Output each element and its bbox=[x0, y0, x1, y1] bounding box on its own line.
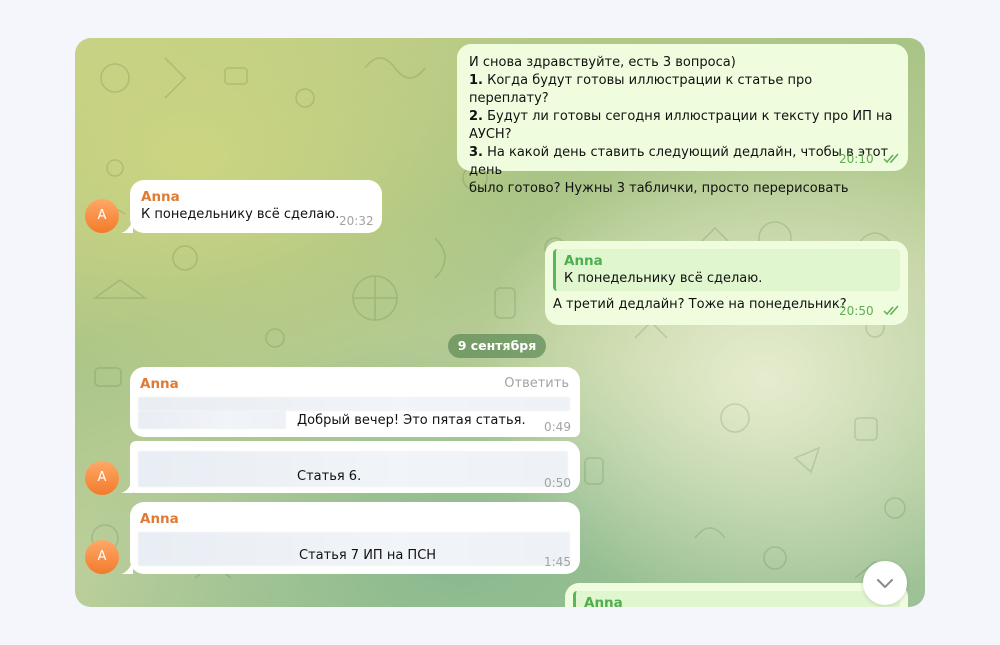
message-time: 20:32 bbox=[339, 214, 374, 228]
reply-quote[interactable]: Anna К понедельнику всё сделаю. bbox=[553, 249, 900, 291]
attachment-preview[interactable] bbox=[138, 397, 570, 411]
attachment-preview[interactable] bbox=[138, 411, 286, 429]
reply-quote[interactable]: Anna bbox=[573, 591, 900, 607]
reply-button[interactable]: Ответить bbox=[504, 375, 569, 393]
message-text: К понедельнику всё сделаю. bbox=[141, 207, 340, 222]
avatar[interactable]: A bbox=[85, 199, 119, 233]
message-text-q2: 2. Будут ли готовы сегодня иллюстрации к… bbox=[469, 109, 893, 124]
message-incoming-article7[interactable]: Anna Статья 7 ИП на ПСН 1:45 bbox=[130, 502, 580, 574]
message-sender[interactable]: Anna bbox=[140, 510, 179, 528]
message-incoming-monday[interactable]: Anna К понедельнику всё сделаю. 20:32 bbox=[130, 180, 382, 233]
double-check-icon bbox=[883, 305, 899, 316]
message-text: А третий дедлайн? Тоже на понедельник? bbox=[553, 297, 847, 312]
message-text: Добрый вечер! Это пятая статья. bbox=[297, 413, 526, 428]
message-time: 20:10 bbox=[839, 152, 874, 166]
quote-text: К понедельнику всё сделаю. bbox=[564, 271, 763, 286]
bubble-tail bbox=[121, 560, 133, 574]
chat-area[interactable]: И снова здравствуйте, есть 3 вопроса) 1.… bbox=[75, 38, 925, 607]
quote-sender: Anna bbox=[584, 595, 623, 607]
message-text-q3: 3. На какой день ставить следующий дедла… bbox=[469, 145, 889, 178]
message-text-intro: И снова здравствуйте, есть 3 вопроса) bbox=[469, 55, 736, 70]
message-text-q3-cont: было готово? Нужны 3 таблички, просто пе… bbox=[469, 181, 849, 196]
message-outgoing-questions[interactable]: И снова здравствуйте, есть 3 вопроса) 1.… bbox=[457, 44, 908, 196]
message-outgoing-partial[interactable]: Anna bbox=[565, 583, 908, 607]
message-time: 20:50 bbox=[839, 304, 874, 318]
double-check-icon bbox=[883, 153, 899, 164]
avatar[interactable]: A bbox=[85, 540, 119, 574]
message-incoming-article5[interactable]: Anna Ответить Добрый вечер! Это пятая ст… bbox=[130, 367, 580, 437]
bubble-tail bbox=[121, 219, 133, 233]
message-sender[interactable]: Anna bbox=[141, 188, 371, 206]
date-separator: 9 сентября bbox=[448, 334, 546, 358]
message-text: Статья 7 ИП на ПСН bbox=[299, 548, 437, 563]
avatar[interactable]: A bbox=[85, 461, 119, 495]
message-time: 1:45 bbox=[544, 555, 571, 569]
scroll-down-button[interactable] bbox=[863, 561, 907, 605]
message-incoming-article6[interactable]: Статья 6. 0:50 bbox=[130, 441, 580, 493]
message-text-q2-cont: АУСН? bbox=[469, 127, 512, 142]
quote-sender: Anna bbox=[564, 253, 603, 269]
message-outgoing-reply[interactable]: Anna К понедельнику всё сделаю. А третий… bbox=[545, 241, 908, 325]
message-text-q1: 1. Когда будут готовы иллюстрации к стат… bbox=[469, 73, 813, 106]
message-text: Статья 6. bbox=[297, 469, 362, 484]
bubble-tail bbox=[121, 479, 133, 493]
message-sender[interactable]: Anna bbox=[140, 375, 179, 393]
message-time: 0:49 bbox=[544, 420, 571, 434]
chevron-down-icon bbox=[877, 579, 893, 588]
message-time: 0:50 bbox=[544, 476, 571, 490]
